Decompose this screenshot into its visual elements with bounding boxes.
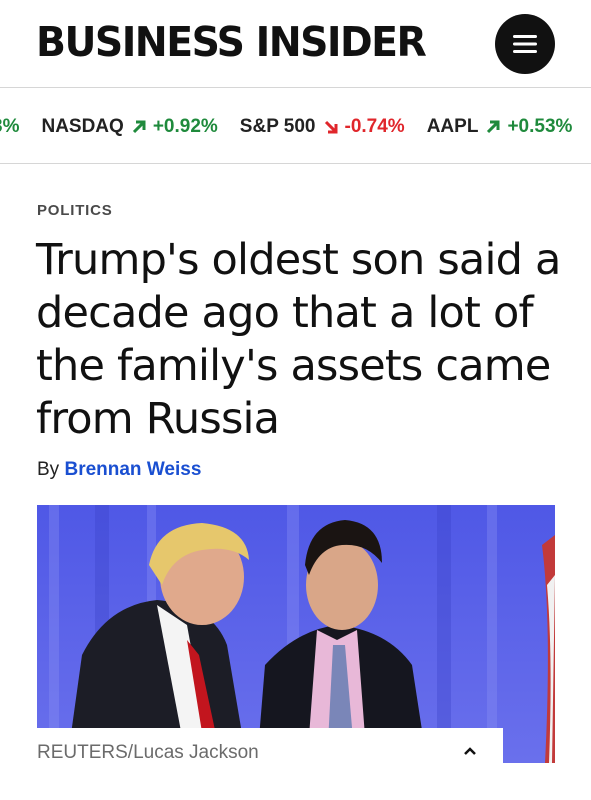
ticker-name: NASDAQ: [41, 115, 124, 137]
caption-toggle-button[interactable]: [455, 736, 485, 766]
photo-caption: REUTERS/Lucas Jackson: [37, 742, 259, 763]
author-link[interactable]: Brennan Weiss: [64, 459, 201, 480]
ticker-change: -0.74%: [344, 115, 405, 137]
ticker-change: +0.92%: [152, 115, 218, 137]
section-label[interactable]: POLITICS: [37, 202, 113, 219]
site-logo[interactable]: BUSINESS INSIDER: [36, 17, 427, 67]
ticker-item-aapl[interactable]: AAPL +0.53%: [427, 116, 573, 138]
chevron-up-icon: [464, 747, 476, 755]
article-headline: Trump's oldest son said a decade ago tha…: [36, 235, 561, 444]
byline: By Brennan Weiss: [37, 459, 201, 481]
article-photo[interactable]: [37, 505, 555, 763]
ticker-change: +0.53%: [507, 115, 573, 137]
ticker-name: AAPL: [426, 115, 479, 137]
ticker-change: 3%: [0, 115, 20, 137]
ticker-track: 3% NASDAQ +0.92% S&P 500 -0.74% AAPL +0.…: [0, 89, 591, 163]
hamburger-menu-icon: [513, 35, 537, 53]
arrow-down-right-icon: [324, 120, 337, 133]
ticker-item-nasdaq[interactable]: NASDAQ +0.92%: [41, 116, 217, 138]
ticker-item-sp500[interactable]: S&P 500 -0.74%: [240, 116, 405, 138]
byline-prefix: By: [37, 459, 60, 480]
site-header: BUSINESS INSIDER: [0, 0, 591, 88]
arrow-up-right-icon: [487, 120, 500, 133]
ticker-name: S&P 500: [239, 115, 316, 137]
market-ticker: 3% NASDAQ +0.92% S&P 500 -0.74% AAPL +0.…: [0, 89, 591, 164]
photo-caption-bar: REUTERS/Lucas Jackson: [37, 728, 503, 778]
menu-button[interactable]: [495, 14, 555, 74]
arrow-up-right-icon: [132, 120, 146, 133]
ticker-item-partial[interactable]: 3%: [0, 116, 19, 138]
photo-illustration: [37, 505, 555, 763]
